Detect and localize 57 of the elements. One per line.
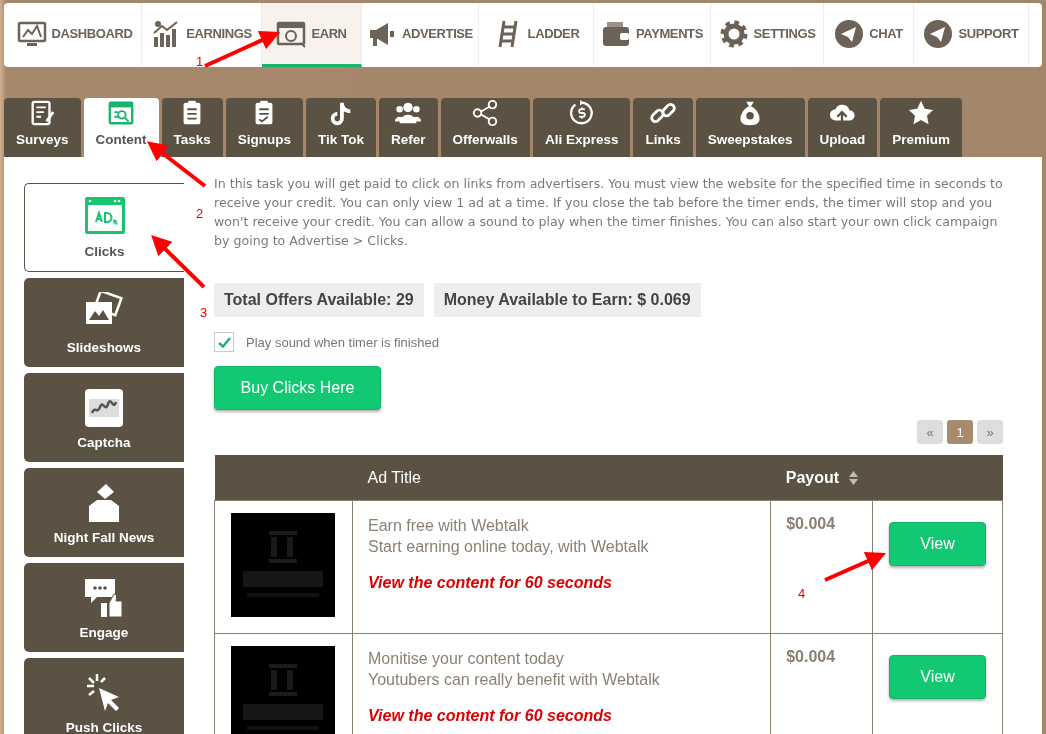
paper-plane-icon — [834, 18, 865, 49]
tab[interactable]: Signups — [225, 98, 304, 157]
browser-search-icon — [107, 99, 136, 127]
checkbox-label: Play sound when timer is finished — [246, 334, 439, 350]
column-header: Ad Title — [352, 455, 771, 501]
view-duration-note: View the content for 60 seconds — [368, 707, 613, 725]
paper-plane-icon — [923, 18, 954, 49]
check-icon — [217, 336, 231, 348]
sidebar-item[interactable]: Engage — [24, 563, 184, 652]
payout-cell: $0.004 — [786, 515, 836, 532]
annotation-number: 2 — [196, 206, 204, 221]
intro-paragraph: In this task you will get paid to click on links from advertisers. You must view the website for the specified time in seconds to receive your credit. You can only view 1 ad at a time. If you close the tab before the timer ends, the timer will stop and you won't receive your credit. You can allow a sound to play when the timer finishes. You can also start your own click campaign by going to Advertise > Clicks. — [214, 175, 1003, 250]
settings-icon — [718, 18, 749, 49]
chat-thumbs-up-icon — [83, 577, 125, 619]
column-header[interactable]: Payout — [770, 455, 873, 501]
payout-cell: $0.004 — [786, 648, 836, 665]
checkbox[interactable] — [214, 332, 234, 352]
ad-title: Monitise your content today — [368, 649, 565, 669]
sidebar-item[interactable]: Push Clicks — [24, 658, 184, 734]
tab[interactable]: Refer — [379, 98, 438, 157]
arrow — [151, 235, 206, 289]
stat-badge: Total Offers Available: 29 — [214, 283, 424, 317]
annotation-number: 1 — [196, 54, 204, 69]
tab[interactable]: Links — [633, 98, 693, 157]
nav-item[interactable]: LADDER — [479, 3, 594, 67]
sidebar-item[interactable]: Slideshows — [24, 278, 184, 367]
tab[interactable]: Surveys — [4, 98, 81, 157]
tab[interactable]: Offerwalls — [440, 98, 530, 157]
view-duration-note: View the content for 60 seconds — [368, 574, 613, 592]
sidebar-item[interactable]: Captcha — [24, 373, 184, 462]
star-icon — [907, 99, 936, 127]
arrow — [824, 552, 887, 582]
nav-item[interactable]: ADVERTISE — [362, 3, 479, 67]
nav-item[interactable]: PAYMENTS — [594, 3, 711, 67]
tab[interactable]: Ali Express — [532, 98, 631, 157]
nav-item[interactable]: EARN — [262, 3, 362, 67]
ad-description: Youtubers can really benefit with Webtalk — [368, 670, 661, 690]
dollar-cycle-icon — [567, 99, 596, 127]
ad-description: Start earning online today, with Webtalk — [368, 537, 650, 557]
stat-badge: Money Available to Earn: $ 0.069 — [433, 283, 701, 317]
share-icon — [471, 99, 500, 127]
tab[interactable]: Tasks — [161, 98, 223, 157]
tab[interactable]: Upload — [807, 98, 878, 157]
tab[interactable]: Content — [83, 98, 159, 157]
tab[interactable]: Premium — [880, 98, 963, 157]
ad-title: Earn free with Webtalk — [368, 516, 530, 536]
annotation-number: 3 — [200, 305, 208, 320]
sidebar-item[interactable]: Clicks — [24, 183, 184, 272]
tab[interactable]: Tik Tok — [306, 98, 377, 157]
nav-item[interactable]: SETTINGS — [711, 3, 824, 67]
captcha-icon — [83, 387, 125, 429]
tab[interactable]: Sweepstakes — [695, 98, 805, 157]
nav-item[interactable]: CHAT — [824, 3, 914, 67]
nav-item[interactable]: DASHBOARD — [8, 3, 142, 67]
nav-item[interactable]: SUPPORT — [914, 3, 1029, 67]
annotation-number: 4 — [798, 586, 806, 601]
sidebar-item[interactable]: Night Fall News — [24, 468, 184, 557]
